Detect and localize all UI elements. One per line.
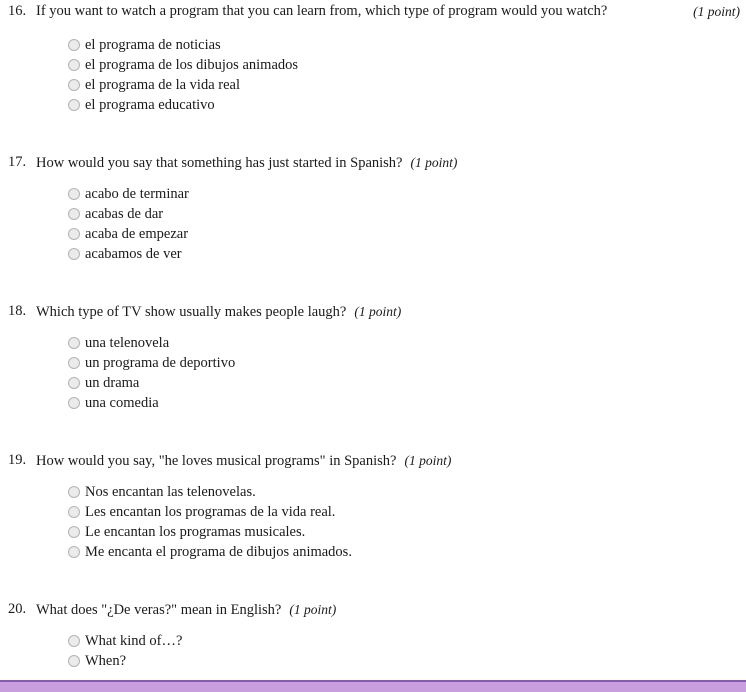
options-list-20: What kind of…? When? [8,631,740,671]
question-points-16: (1 point) [693,4,740,19]
radio-button-icon[interactable] [68,59,80,71]
option-label: una comedia [85,395,159,411]
option-row[interactable]: el programa de noticias [68,35,740,55]
option-row[interactable]: acabamos de ver [68,244,740,264]
radio-button-icon[interactable] [68,337,80,349]
quiz-page: 16. If you want to watch a program that … [0,0,746,692]
options-list-17: acabo de terminar acabas de dar acaba de… [8,184,740,264]
option-row[interactable]: acabas de dar [68,204,740,224]
radio-button-icon[interactable] [68,79,80,91]
question-block-17: 17. How would you say that something has… [0,153,746,264]
option-label: When? [85,653,127,669]
option-row[interactable]: el programa educativo [68,95,740,115]
question-text-16: If you want to watch a program that you … [36,3,608,19]
footer-bar [0,680,746,692]
option-label: Me encanta el programa de dibujos animad… [85,544,352,560]
option-label: acaba de empezar [85,226,189,242]
radio-button-icon[interactable] [68,99,80,111]
radio-button-icon[interactable] [68,39,80,51]
option-row[interactable]: Les encantan los programas de la vida re… [68,502,740,522]
radio-button-icon[interactable] [68,655,80,667]
option-row[interactable]: un programa de deportivo [68,353,740,373]
question-prompt-18: 18. Which type of TV show usually makes … [8,302,740,322]
question-number-17: 17. [8,154,27,170]
radio-button-icon[interactable] [68,228,80,240]
question-points-17: (1 point) [410,155,458,170]
options-list-19: Nos encantan las telenovelas. Les encant… [8,482,740,562]
question-number-18: 18. [8,303,27,319]
radio-button-icon[interactable] [68,188,80,200]
option-label: una telenovela [85,335,170,351]
option-label: un drama [85,375,140,391]
question-points-18: (1 point) [354,304,402,319]
radio-button-icon[interactable] [68,208,80,220]
question-prompt-20: 20. What does "¿De veras?" mean in Engli… [8,600,740,620]
option-label: el programa de los dibujos animados [85,57,299,73]
option-label: el programa de noticias [85,37,221,53]
radio-button-icon[interactable] [68,635,80,647]
question-text-18: Which type of TV show usually makes peop… [36,304,347,320]
question-block-19: 19. How would you say, "he loves musical… [0,451,746,562]
option-label: Nos encantan las telenovelas. [85,484,256,500]
question-block-18: 18. Which type of TV show usually makes … [0,302,746,413]
option-label: un programa de deportivo [85,355,236,371]
question-block-16: 16. If you want to watch a program that … [0,0,746,115]
option-label: Le encantan los programas musicales. [85,524,306,540]
question-points-19: (1 point) [404,453,452,468]
option-row[interactable]: What kind of…? [68,631,740,651]
option-row[interactable]: acaba de empezar [68,224,740,244]
radio-button-icon[interactable] [68,377,80,389]
radio-button-icon[interactable] [68,486,80,498]
question-text-19: How would you say, "he loves musical pro… [36,453,397,469]
option-label: acabo de terminar [85,186,189,202]
option-row[interactable]: una telenovela [68,333,740,353]
question-text-20: What does "¿De veras?" mean in English? [36,602,282,618]
options-list-16: el programa de noticias el programa de l… [8,35,740,115]
question-number-16: 16. [8,3,27,19]
question-text-17: How would you say that something has jus… [36,155,403,171]
radio-button-icon[interactable] [68,526,80,538]
option-row[interactable]: Le encantan los programas musicales. [68,522,740,542]
option-row[interactable]: una comedia [68,393,740,413]
question-prompt-17: 17. How would you say that something has… [8,153,740,173]
option-label: el programa educativo [85,97,215,113]
option-row[interactable]: un drama [68,373,740,393]
question-prompt-16: 16. If you want to watch a program that … [8,2,740,21]
option-label: el programa de la vida real [85,77,240,93]
question-block-20: 20. What does "¿De veras?" mean in Engli… [0,600,746,671]
option-row[interactable]: Nos encantan las telenovelas. [68,482,740,502]
option-label: acabamos de ver [85,246,182,262]
option-label: acabas de dar [85,206,164,222]
option-row[interactable]: Me encanta el programa de dibujos animad… [68,542,740,562]
radio-button-icon[interactable] [68,357,80,369]
radio-button-icon[interactable] [68,546,80,558]
option-row[interactable]: acabo de terminar [68,184,740,204]
radio-button-icon[interactable] [68,506,80,518]
question-prompt-19: 19. How would you say, "he loves musical… [8,451,740,471]
option-row[interactable]: When? [68,651,740,671]
option-label: What kind of…? [85,633,183,649]
option-label: Les encantan los programas de la vida re… [85,504,336,520]
option-row[interactable]: el programa de la vida real [68,75,740,95]
question-number-19: 19. [8,452,27,468]
options-list-18: una telenovela un programa de deportivo … [8,333,740,413]
question-points-20: (1 point) [289,602,337,617]
radio-button-icon[interactable] [68,248,80,260]
question-number-20: 20. [8,601,27,617]
radio-button-icon[interactable] [68,397,80,409]
option-row[interactable]: el programa de los dibujos animados [68,55,740,75]
